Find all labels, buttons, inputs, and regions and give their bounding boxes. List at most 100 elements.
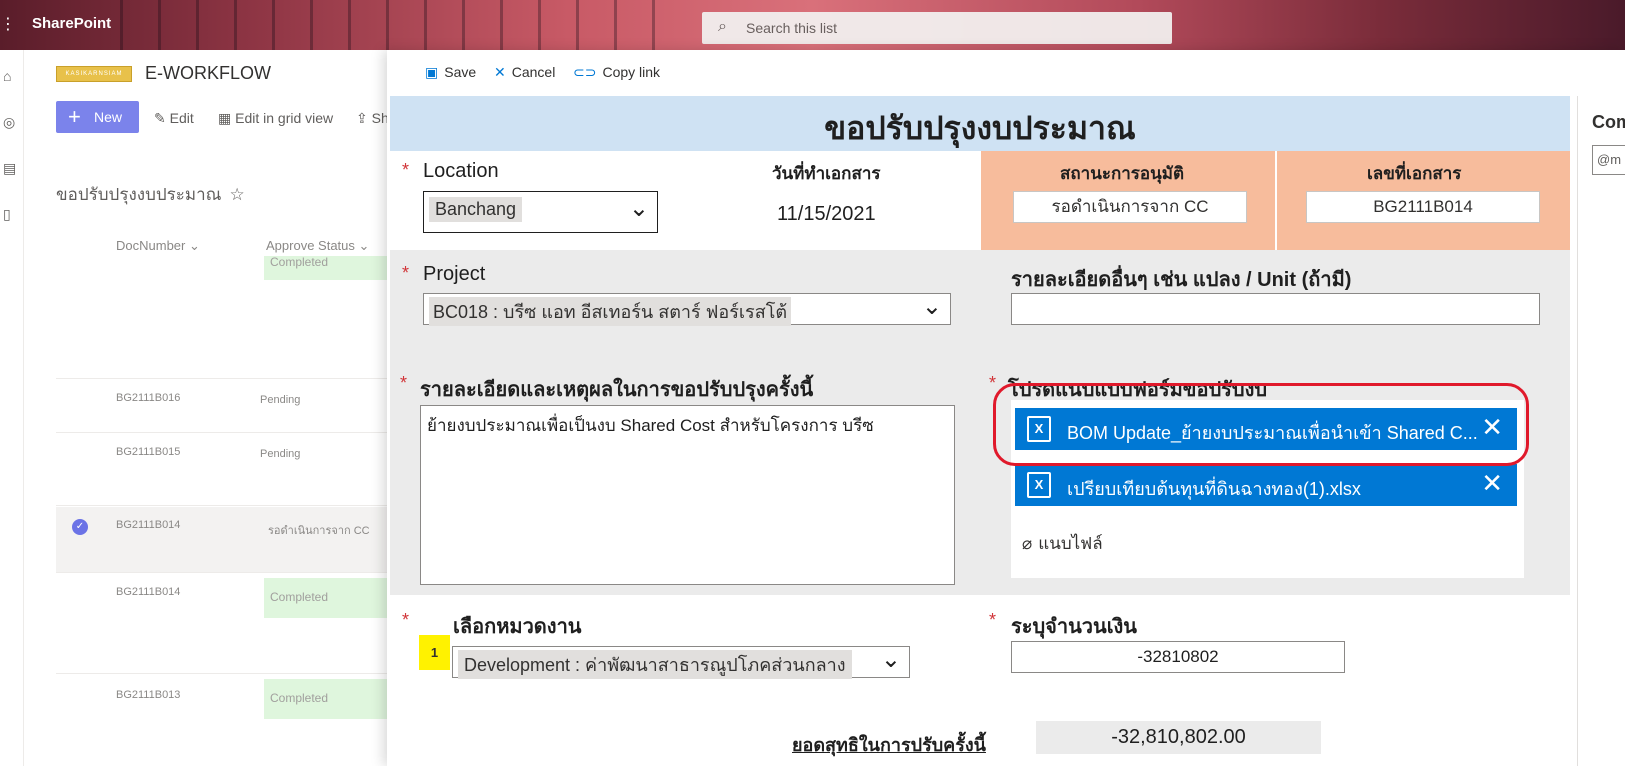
doc-date-label: วันที่ทำเอกสาร: [772, 164, 881, 183]
new-button-label: New: [94, 109, 123, 125]
col-header-docnumber[interactable]: DocNumber ⌄: [116, 238, 200, 254]
site-logo[interactable]: KASIKARNSIAM: [56, 66, 132, 82]
plus-icon: +: [68, 104, 81, 129]
grid-icon: ▦: [218, 110, 236, 126]
doc-number: BG2111B016: [116, 392, 181, 404]
col-status-label: Approve Status: [266, 238, 355, 253]
new-button[interactable]: + New: [56, 101, 139, 133]
reason-textarea[interactable]: ย้ายงบประมาณเพื่อเป็นงบ Shared Cost สำหร…: [420, 405, 955, 585]
other-detail-input[interactable]: [1011, 293, 1540, 325]
category-value: Development : ค่าพัฒนาสาธารณูปโภคส่วนกลา…: [458, 650, 852, 679]
grid-label: Edit in grid view: [235, 110, 334, 126]
location-value: Banchang: [429, 197, 523, 222]
category-dropdown[interactable]: Development : ค่าพัฒนาสาธารณูปโภคส่วนกลา…: [452, 646, 910, 679]
status-text: รอดำเนินการจาก CC: [268, 525, 370, 537]
comments-label: Com: [1592, 112, 1625, 132]
home-icon[interactable]: ⌂: [3, 68, 11, 84]
comments-pane: [1577, 96, 1625, 766]
table-row[interactable]: BG2111B013 Completed: [56, 675, 390, 766]
location-label: Location: [423, 160, 499, 182]
category-label: เลือกหมวดงาน: [453, 616, 582, 638]
required-marker: *: [402, 160, 410, 180]
amount-label: ระบุจำนวนเงิน: [1011, 616, 1137, 638]
link-icon: ⊂⊃: [573, 64, 597, 80]
required-marker: *: [402, 610, 410, 630]
approve-status-label: สถานะการอนุมัติ: [1060, 164, 1185, 183]
search-placeholder: Search this list: [746, 20, 838, 36]
chevron-down-icon: ⌄: [188, 238, 200, 253]
news-icon[interactable]: ▤: [3, 160, 16, 177]
list-title-text: ขอปรับปรุงงบประมาณ: [56, 185, 222, 204]
pencil-icon: ✎: [154, 110, 170, 126]
left-rail: ⌂ ◎ ▤ ▯: [0, 50, 24, 766]
reason-label: รายละเอียดและเหตุผลในการขอปรับปรุงครั้งน…: [420, 379, 814, 401]
doc-number: BG2111B013: [116, 689, 181, 701]
share-button[interactable]: ⇪ Sh: [356, 110, 389, 127]
cancel-button[interactable]: ✕ Cancel: [494, 64, 555, 81]
save-icon: ▣: [425, 64, 439, 80]
cancel-label: Cancel: [511, 64, 556, 80]
attachment-filename: เปรียบเทียบต้นทุนที่ดินฉางทอง(1).xlsx: [1067, 479, 1361, 499]
edit-button[interactable]: ✎ Edit: [154, 110, 194, 127]
edit-label: Edit: [169, 110, 194, 126]
brand-name[interactable]: SharePoint: [32, 15, 111, 32]
attach-file-button[interactable]: ⌀ แนบไฟล์: [1022, 530, 1103, 557]
check-icon[interactable]: ✓: [72, 519, 88, 535]
chevron-down-icon: ⌄: [921, 293, 942, 320]
project-value: BC018 : บรีซ แอท อีสเทอร์น สตาร์ ฟอร์เรส…: [429, 297, 792, 326]
status-text: Pending: [260, 448, 301, 460]
required-marker: *: [402, 263, 410, 283]
form-title: ขอปรับปรุงงบประมาณ: [824, 110, 1136, 146]
net-total-value: -32,810,802.00: [1036, 721, 1321, 754]
table-row[interactable]: BG2111B016 Pending: [56, 380, 390, 433]
site-title[interactable]: E-WORKFLOW: [145, 63, 271, 84]
net-total-label: ยอดสุทธิในการปรับครั้งนี้: [792, 735, 986, 755]
comment-input[interactable]: @m: [1592, 145, 1625, 175]
star-icon[interactable]: ☆: [229, 185, 244, 204]
project-dropdown[interactable]: BC018 : บรีซ แอท อีสเทอร์น สตาร์ ฟอร์เรส…: [423, 293, 951, 326]
required-marker: *: [989, 373, 997, 393]
doc-number-label: เลขที่เอกสาร: [1367, 164, 1462, 183]
attach-file-label: แนบไฟล์: [1038, 534, 1103, 553]
table-row[interactable]: BG2111B014 Completed: [56, 574, 390, 674]
doc-number: BG2111B014: [116, 586, 181, 598]
doc-date-value: 11/15/2021: [777, 203, 876, 225]
chevron-down-icon: ⌄: [880, 646, 901, 673]
chevron-down-icon: ⌄: [358, 238, 370, 253]
doc-number: BG2111B015: [116, 446, 181, 458]
files-icon[interactable]: ▯: [3, 206, 11, 223]
status-pill: Completed: [264, 679, 390, 719]
paperclip-icon: ⌀: [1022, 534, 1033, 553]
save-button[interactable]: ▣ Save: [425, 64, 476, 81]
location-dropdown[interactable]: Banchang ⌄: [423, 191, 658, 233]
required-marker: *: [989, 610, 997, 630]
search-box[interactable]: ⌕ Search this list: [702, 12, 1172, 44]
copy-link-button[interactable]: ⊂⊃ Copy link: [573, 64, 660, 81]
col-docnumber-label: DocNumber: [116, 238, 186, 253]
grid-view-button[interactable]: ▦ Edit in grid view: [218, 110, 333, 127]
app-launcher-icon[interactable]: ⋮: [0, 14, 16, 36]
excel-file-icon: X: [1027, 472, 1051, 498]
search-icon: ⌕: [718, 18, 727, 35]
col-header-approve-status[interactable]: Approve Status ⌄: [266, 238, 369, 254]
share-icon: ⇪: [356, 110, 372, 126]
table-row-selected[interactable]: ✓ BG2111B014 รอดำเนินการจาก CC: [56, 507, 390, 573]
list-title: ขอปรับปรุงงบประมาณ ☆: [56, 181, 245, 208]
amount-input[interactable]: -32810802: [1011, 641, 1345, 673]
status-pill: Completed: [264, 578, 390, 618]
table-row[interactable]: Completed: [56, 256, 390, 379]
close-icon: ✕: [494, 64, 506, 80]
required-marker: *: [400, 373, 408, 393]
copy-link-label: Copy link: [602, 64, 661, 80]
status-pill: Completed: [264, 256, 390, 280]
attachment-item[interactable]: X เปรียบเทียบต้นทุนที่ดินฉางทอง(1).xlsx …: [1015, 464, 1517, 506]
approve-status-value: รอดำเนินการจาก CC: [1013, 191, 1247, 223]
table-row[interactable]: BG2111B015 Pending: [56, 434, 390, 506]
status-text: Pending: [260, 394, 301, 406]
chevron-down-icon: ⌄: [628, 195, 649, 222]
doc-number: BG2111B014: [116, 519, 181, 531]
globe-icon[interactable]: ◎: [3, 114, 15, 131]
project-label: Project: [423, 263, 486, 285]
remove-attachment-icon[interactable]: ✕: [1481, 468, 1503, 499]
doc-number-value: BG2111B014: [1306, 191, 1540, 223]
